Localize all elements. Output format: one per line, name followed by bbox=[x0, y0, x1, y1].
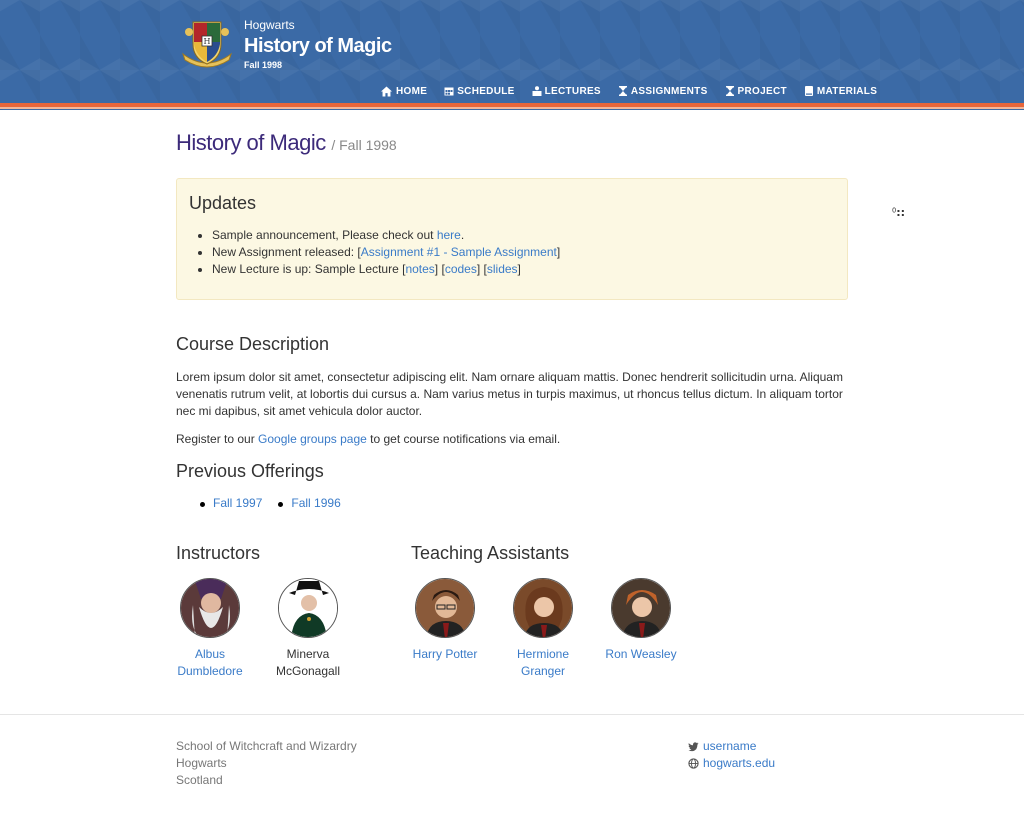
nav-home[interactable]: HOME bbox=[380, 84, 427, 98]
hogwarts-crest-logo[interactable]: H bbox=[179, 14, 235, 70]
update-punct: ] [ bbox=[476, 262, 487, 276]
footer-address-line: Hogwarts bbox=[176, 756, 227, 770]
nav-assignments-label: ASSIGNMENTS bbox=[630, 85, 708, 97]
dumbledore-portrait bbox=[181, 579, 239, 637]
hourglass-icon bbox=[725, 86, 734, 96]
book-icon bbox=[804, 86, 813, 96]
nav-schedule[interactable]: SCHEDULE bbox=[444, 84, 514, 98]
list-item: New Assignment released: [Assignment #1 … bbox=[212, 244, 560, 261]
twitter-icon bbox=[688, 742, 699, 752]
avatar[interactable] bbox=[611, 578, 671, 638]
register-pre: Register to our bbox=[176, 432, 259, 446]
ron-portrait bbox=[612, 579, 670, 637]
announcement-link[interactable]: here bbox=[437, 228, 461, 242]
footer-twitter: username bbox=[688, 738, 775, 755]
globe-icon bbox=[688, 758, 699, 769]
site-course-title[interactable]: History of Magic bbox=[244, 35, 392, 58]
update-text: New Lecture is up: Sample Lecture [ bbox=[212, 262, 406, 276]
nav-project-label: PROJECT bbox=[737, 85, 787, 97]
nav-materials[interactable]: MATERIALS bbox=[804, 84, 877, 98]
side-marker: 0:: bbox=[892, 206, 905, 219]
list-item: New Lecture is up: Sample Lecture [notes… bbox=[212, 261, 560, 278]
header-stripe-light bbox=[0, 107, 1024, 109]
updates-list: Sample announcement, Please check out he… bbox=[212, 227, 560, 278]
update-text: Sample announcement, Please check out bbox=[212, 228, 437, 242]
google-groups-link[interactable]: Google groups page bbox=[258, 432, 367, 446]
nav-lectures[interactable]: LECTURES bbox=[532, 84, 601, 98]
updates-heading: Updates bbox=[189, 193, 257, 213]
previous-offerings-heading: Previous Offerings bbox=[176, 461, 324, 481]
footer-website: hogwarts.edu bbox=[688, 755, 775, 772]
nav-project[interactable]: PROJECT bbox=[725, 84, 787, 98]
updates-panel: Updates Sample announcement, Please chec… bbox=[176, 178, 848, 300]
lecture-notes-link[interactable]: notes bbox=[405, 262, 434, 276]
page-title: History of Magic / Fall 1998 bbox=[176, 130, 397, 156]
person-name[interactable]: Hermione Granger bbox=[517, 647, 569, 678]
footer-divider bbox=[0, 714, 1024, 715]
instructor-card: Minerva McGonagall bbox=[268, 578, 348, 680]
footer-address-line: School of Witchcraft and Wizardry bbox=[176, 739, 357, 753]
list-item: Fall 1996 bbox=[278, 496, 341, 510]
lectures-icon bbox=[532, 86, 542, 96]
update-punct: . bbox=[460, 228, 465, 242]
update-text: New Assignment released: [ bbox=[212, 245, 361, 259]
website-link[interactable]: hogwarts.edu bbox=[703, 755, 775, 772]
offering-fall-1997-link[interactable]: Fall 1997 bbox=[213, 496, 262, 510]
ta-card: Ron Weasley bbox=[601, 578, 681, 663]
avatar bbox=[278, 578, 338, 638]
avatar[interactable] bbox=[513, 578, 573, 638]
avatar[interactable] bbox=[180, 578, 240, 638]
course-description-heading: Course Description bbox=[176, 334, 330, 354]
nav-schedule-label: SCHEDULE bbox=[457, 85, 515, 97]
calendar-icon bbox=[444, 87, 454, 96]
update-punct: ] bbox=[517, 262, 521, 276]
instructor-card: Albus Dumbledore bbox=[170, 578, 250, 680]
hermione-portrait bbox=[514, 579, 572, 637]
footer-address-line: Scotland bbox=[176, 773, 223, 787]
page-subtitle: / Fall 1998 bbox=[331, 137, 397, 153]
hourglass-icon bbox=[618, 86, 627, 96]
person-name[interactable]: Albus Dumbledore bbox=[177, 647, 242, 678]
person-name[interactable]: Harry Potter bbox=[413, 647, 478, 661]
lecture-codes-link[interactable]: codes bbox=[445, 262, 477, 276]
main-nav: HOME SCHEDULE LECTURES ASSIGNMENTS PROJE… bbox=[380, 84, 877, 98]
register-post: to get course notifications via email. bbox=[366, 432, 561, 446]
harry-portrait bbox=[416, 579, 474, 637]
nav-home-label: HOME bbox=[396, 85, 428, 97]
mcgonagall-portrait bbox=[279, 579, 337, 637]
register-text: Register to our Google groups page to ge… bbox=[176, 431, 848, 448]
site-school-name: Hogwarts bbox=[244, 18, 295, 32]
footer-address: School of Witchcraft and Wizardry Hogwar… bbox=[176, 738, 357, 789]
ta-card: Harry Potter bbox=[405, 578, 485, 663]
home-icon bbox=[381, 86, 392, 96]
avatar[interactable] bbox=[415, 578, 475, 638]
side-marker-dots: :: bbox=[896, 206, 906, 219]
lecture-slides-link[interactable]: slides bbox=[487, 262, 518, 276]
twitter-link[interactable]: username bbox=[703, 738, 756, 755]
nav-assignments[interactable]: ASSIGNMENTS bbox=[618, 84, 708, 98]
offering-fall-1996-link[interactable]: Fall 1996 bbox=[291, 496, 340, 510]
course-description-text: Lorem ipsum dolor sit amet, consectetur … bbox=[176, 370, 843, 418]
footer-links: username hogwarts.edu bbox=[688, 738, 775, 772]
teaching-assistants-heading: Teaching Assistants bbox=[411, 543, 570, 563]
update-punct: ] bbox=[556, 245, 561, 259]
person-name: Minerva McGonagall bbox=[275, 647, 341, 678]
previous-offerings-list: Fall 1997 Fall 1996 bbox=[200, 496, 357, 510]
instructors-heading: Instructors bbox=[176, 543, 261, 563]
list-item: Fall 1997 bbox=[200, 496, 262, 510]
update-punct: ] [ bbox=[434, 262, 445, 276]
svg-text:H: H bbox=[204, 37, 211, 46]
site-term: Fall 1998 bbox=[244, 60, 283, 70]
assignment-link[interactable]: Assignment #1 - Sample Assignment bbox=[361, 245, 557, 259]
list-item: Sample announcement, Please check out he… bbox=[212, 227, 560, 244]
nav-lectures-label: LECTURES bbox=[544, 85, 601, 97]
page-title-text: History of Magic bbox=[176, 130, 326, 155]
person-name[interactable]: Ron Weasley bbox=[605, 647, 676, 661]
ta-card: Hermione Granger bbox=[503, 578, 583, 680]
nav-materials-label: MATERIALS bbox=[816, 85, 878, 97]
